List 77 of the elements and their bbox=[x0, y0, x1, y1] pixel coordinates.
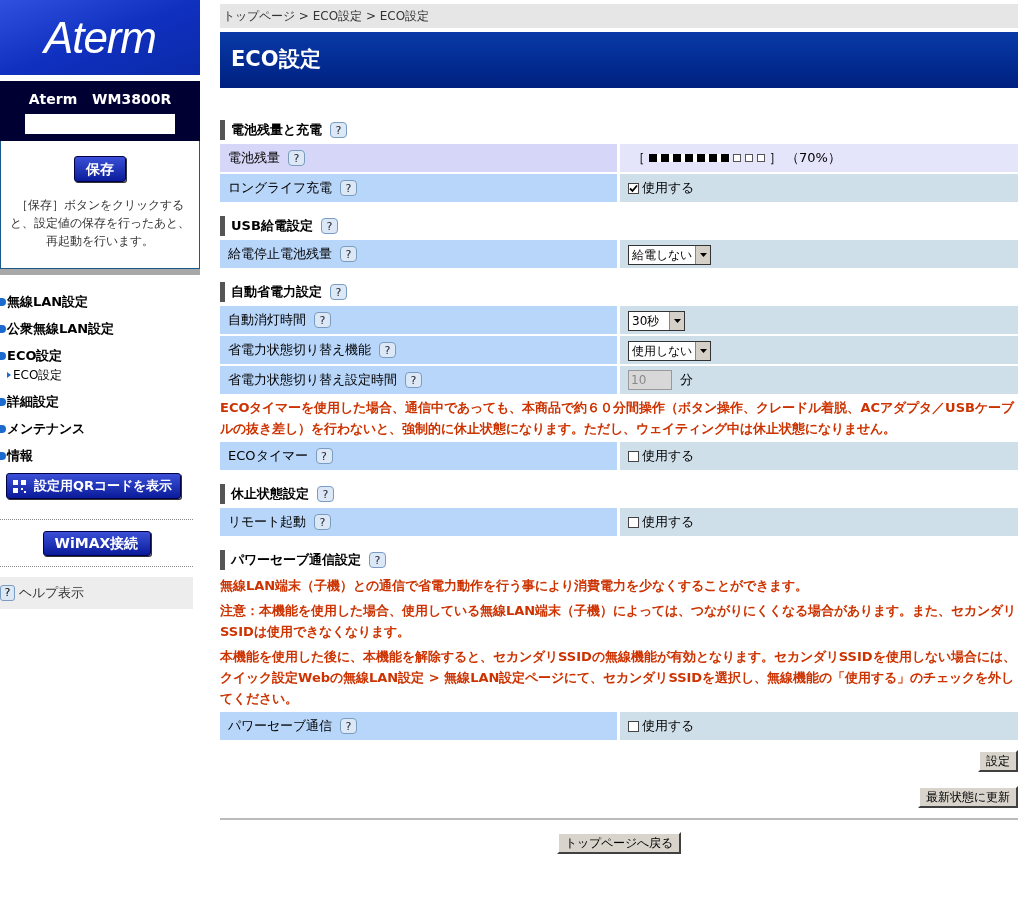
bullet-icon bbox=[0, 424, 6, 433]
qr-code-icon bbox=[13, 479, 26, 493]
help-icon[interactable]: ? bbox=[330, 284, 347, 300]
section-title: USB給電設定 bbox=[231, 217, 313, 236]
nav-link[interactable]: 詳細設定 bbox=[0, 388, 200, 415]
triangle-icon bbox=[7, 372, 11, 378]
help-link[interactable]: ヘルプ表示 bbox=[19, 583, 84, 603]
setting-label: パワーセーブ通信 bbox=[228, 717, 332, 736]
checkbox-label: 使用する bbox=[642, 447, 694, 466]
bullet-icon bbox=[0, 451, 6, 460]
wimax-connect-button[interactable]: WiMAX接続 bbox=[42, 531, 151, 556]
help-icon[interactable]: ? bbox=[314, 312, 331, 328]
section-marker bbox=[220, 484, 225, 504]
warning-note: 本機能を使用した後に、本機能を解除すると、セカンダリSSIDの無線機能が有効となります。セカンダリSSIDを使用しない場合には、クイック設定Webの無線LAN設定 > 無線LAN設定ページにて、セカンダリSSIDを選択し、無線機能の「使用する」のチェックを外してください。 bbox=[220, 648, 1017, 708]
nav-link[interactable]: メンテナンス bbox=[0, 415, 200, 442]
bullet-icon bbox=[0, 351, 6, 360]
checkbox[interactable] bbox=[628, 720, 639, 732]
checkbox-label: 使用する bbox=[642, 717, 694, 736]
section-marker bbox=[220, 550, 225, 570]
bullet-icon bbox=[0, 324, 6, 333]
help-icon[interactable]: ? bbox=[369, 552, 386, 568]
setting-label: 省電力状態切り替え機能 bbox=[228, 341, 371, 360]
battery-reading: （70%） bbox=[786, 149, 841, 168]
page-title: ECO設定 bbox=[231, 46, 321, 74]
help-icon[interactable]: ? bbox=[340, 246, 357, 262]
help-icon[interactable]: ? bbox=[340, 180, 357, 196]
back-to-top-button[interactable]: トップページへ戻る bbox=[557, 832, 681, 854]
help-icon[interactable]: ? bbox=[320, 218, 338, 234]
setting-label: ロングライフ充電 bbox=[228, 179, 332, 198]
dropdown-field[interactable]: 使用しない bbox=[628, 341, 711, 361]
section-marker bbox=[220, 120, 225, 140]
section-marker bbox=[220, 282, 225, 302]
setting-label: 自動消灯時間 bbox=[228, 311, 306, 330]
breadcrumb: トップページ > ECO設定 > ECO設定 bbox=[223, 8, 430, 25]
checkbox-label: 使用する bbox=[642, 179, 694, 198]
help-icon[interactable]: ? bbox=[314, 514, 331, 530]
setting-label: 省電力状態切り替え設定時間 bbox=[228, 371, 397, 390]
setting-label: ECOタイマー bbox=[228, 447, 308, 466]
dropdown-field[interactable]: 30秒 bbox=[628, 311, 685, 331]
save-note: ［保存］ボタンをクリックすると、設定値の保存を行ったあと、再起動を行います。 bbox=[9, 197, 191, 250]
refresh-button[interactable]: 最新状態に更新 bbox=[918, 786, 1018, 808]
bullet-icon bbox=[0, 297, 6, 306]
bullet-icon bbox=[0, 397, 6, 406]
bracket: ［ bbox=[632, 149, 645, 168]
checkbox[interactable] bbox=[628, 450, 639, 462]
warning-note: 無線LAN端末（子機）との通信で省電力動作を行う事により消費電力を少なくすることができます。 bbox=[220, 577, 810, 595]
help-icon[interactable]: ? bbox=[315, 448, 333, 464]
checkbox[interactable] bbox=[628, 182, 639, 194]
section-title: 自動省電力設定 bbox=[231, 283, 322, 302]
setting-label: リモート起動 bbox=[228, 513, 306, 532]
setting-label: 給電停止電池残量 bbox=[228, 245, 332, 264]
model-name: Aterm WM3800R bbox=[28, 89, 172, 109]
help-icon[interactable]: ? bbox=[317, 486, 334, 502]
warning-note: ECOタイマーを使用した場合、通信中であっても、本商品で約６０分間操作（ボタン操作、クレードル着脱、ACアダプタ／USBケーブルの抜き差し）を行わないと、強制的に休止状態になります。ただし、ウェイティング中は休止状態になりません。 bbox=[220, 399, 1016, 438]
nav-link[interactable]: 情報 bbox=[0, 442, 200, 469]
setting-label: 電池残量 bbox=[228, 149, 280, 168]
warning-note: 注意：本機能を使用した場合、使用している無線LAN端末（子機）によっては、つながりにくくなる場合があります。また、セカンダリSSIDは使用できなくなります。 bbox=[220, 602, 1018, 641]
dropdown-field[interactable]: 給電しない bbox=[628, 245, 711, 265]
section-marker bbox=[220, 216, 225, 236]
checkbox[interactable] bbox=[628, 516, 639, 528]
save-button[interactable]: 保存 bbox=[74, 156, 126, 182]
help-icon[interactable]: ? bbox=[330, 122, 347, 138]
nav-link[interactable]: 無線LAN設定 bbox=[0, 288, 200, 315]
help-icon[interactable]: ? bbox=[0, 585, 15, 601]
help-icon[interactable]: ? bbox=[288, 150, 305, 166]
nav-link[interactable]: 公衆無線LAN設定 bbox=[0, 315, 200, 342]
section-title: パワーセーブ通信設定 bbox=[231, 551, 361, 570]
logo: Aterm bbox=[44, 11, 156, 64]
section-title: 休止状態設定 bbox=[231, 485, 309, 504]
qr-code-button[interactable]: 設定用QRコードを表示 bbox=[6, 473, 181, 499]
help-icon[interactable]: ? bbox=[379, 342, 396, 358]
checkbox-label: 使用する bbox=[642, 513, 694, 532]
unit-label: 分 bbox=[680, 371, 693, 390]
help-icon[interactable]: ? bbox=[340, 718, 357, 734]
apply-button[interactable]: 設定 bbox=[978, 750, 1018, 772]
bracket: ］ bbox=[769, 149, 782, 168]
section-title: 電池残量と充電 bbox=[231, 121, 322, 140]
